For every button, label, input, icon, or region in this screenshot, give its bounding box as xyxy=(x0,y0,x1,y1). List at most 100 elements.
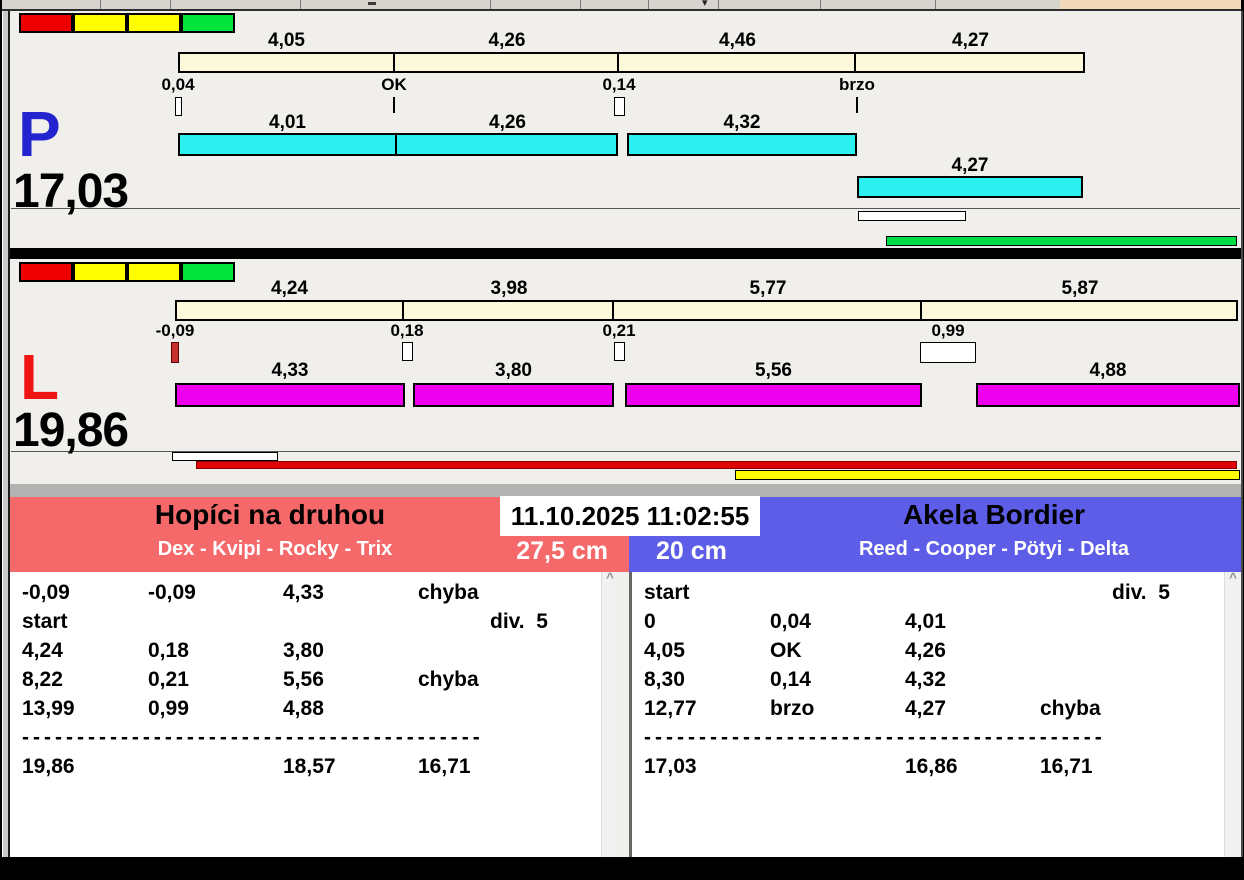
sector-time-label: 4,33 xyxy=(271,360,309,381)
lane-divider xyxy=(10,248,1241,259)
sector-bar-segment xyxy=(413,383,614,407)
split-time-label: 4,05 xyxy=(268,30,305,51)
result-cell: OK xyxy=(770,639,802,662)
sector-time-label: 5,56 xyxy=(755,360,792,381)
result-cell: 0,21 xyxy=(148,668,189,691)
scrollbar[interactable]: ^ xyxy=(1224,571,1241,857)
lane-letter: P xyxy=(18,98,61,170)
result-cell: 0,14 xyxy=(770,668,811,691)
overlay-progress-bar xyxy=(858,211,966,221)
result-row: ----------------------------------------… xyxy=(10,726,600,755)
overlay-progress-bar xyxy=(735,470,1240,480)
result-row: 0 0,04 4,01 xyxy=(632,610,1223,639)
tick-label: 0,99 xyxy=(931,321,965,340)
lane-canvas: 4,05 4,26 4,46 4,27 0,04 OK 0,14 brzo 4,01 4,26 4,… xyxy=(11,10,1240,248)
sector-time-label: 3,80 xyxy=(495,360,532,381)
tick-mark-box-wide xyxy=(920,342,976,363)
sector-bar-segment xyxy=(625,383,922,407)
results-table[interactable]: start div. 5 0 0,04 4,01 4,05 OK 4,26 8,30 0,14 4,… xyxy=(629,571,1241,857)
sector-time-label: 4,27 xyxy=(951,155,989,176)
team-name: Akela Bordier xyxy=(902,499,1086,530)
result-cell: chyba xyxy=(418,581,479,604)
result-cell: 0,04 xyxy=(770,610,811,633)
result-cell: 4,24 xyxy=(22,639,63,662)
result-row: 8,22 0,21 5,56 chyba xyxy=(10,668,600,697)
result-row: 17,03 16,86 16,71 xyxy=(632,755,1223,784)
sector-bar-segment xyxy=(175,383,405,407)
result-row: 4,24 0,18 3,80 xyxy=(10,639,600,668)
split-time-label: 3,98 xyxy=(490,278,528,299)
result-cell: 12,77 xyxy=(644,697,697,720)
result-cell: 16,71 xyxy=(418,755,471,778)
result-row: 4,05 OK 4,26 xyxy=(632,639,1223,668)
results-rows: -0,09 -0,09 4,33 chyba start div. 5 4,24 0,18 3,… xyxy=(10,581,600,857)
start-light-cell xyxy=(73,13,127,33)
result-cell: 5,56 xyxy=(283,668,324,691)
lane-total-time: 19,86 xyxy=(13,404,129,457)
tick-label: 0,14 xyxy=(602,75,636,94)
result-cell: 13,99 xyxy=(22,697,75,720)
tick-mark-line xyxy=(393,97,395,113)
results-table[interactable]: -0,09 -0,09 4,33 chyba start div. 5 4,24 0,18 3,… xyxy=(10,571,618,857)
tick-label: -0,09 xyxy=(155,321,195,340)
result-cell: 8,22 xyxy=(22,668,63,691)
tick-label: 0,04 xyxy=(161,75,195,94)
toolbar-separator xyxy=(100,0,101,9)
result-cell: 8,30 xyxy=(644,668,685,691)
tick-label: 0,21 xyxy=(602,321,636,340)
result-row: start div. 5 xyxy=(10,610,600,639)
split-time-label: 5,87 xyxy=(1061,278,1099,299)
timestamp: 11.10.2025 11:02:55 xyxy=(500,496,760,536)
result-cell: 4,26 xyxy=(905,639,946,662)
result-row: 12,77 brzo 4,27 chyba xyxy=(632,697,1223,726)
result-row: 19,86 18,57 16,71 xyxy=(10,755,600,784)
sector-bar-segment xyxy=(178,133,397,156)
result-cell: 4,88 xyxy=(283,697,324,720)
result-cell: 4,33 xyxy=(283,581,324,604)
result-cell: -0,09 xyxy=(148,581,196,604)
scrollbar-up-icon[interactable]: ^ xyxy=(602,571,618,584)
lane-letter: L xyxy=(20,341,60,413)
jump-height-label: 27,5 cm xyxy=(516,537,608,565)
sector-bar-segment xyxy=(395,133,618,156)
start-light-cell xyxy=(127,262,181,282)
toolbar[interactable]: ▾ xyxy=(2,0,1241,9)
results-rows: start div. 5 0 0,04 4,01 4,05 OK 4,26 8,30 0,14 4,… xyxy=(632,581,1223,857)
scrollbar-up-icon[interactable]: ^ xyxy=(1225,571,1241,584)
split-bar-segment xyxy=(393,52,619,73)
window-right-border xyxy=(1241,11,1243,857)
result-cell: div. 5 xyxy=(490,610,548,633)
toolbar-separator xyxy=(820,0,821,9)
toolbar-separator xyxy=(580,0,581,9)
toolbar-button-glyph xyxy=(368,2,376,5)
tick-mark-box xyxy=(613,342,625,361)
start-light-cell xyxy=(73,262,127,282)
result-cell: brzo xyxy=(770,697,815,720)
team-members: Dex - Kvipi - Rocky - Trix xyxy=(157,538,393,560)
split-bar-segment xyxy=(402,300,614,321)
result-cell: start xyxy=(22,610,68,633)
overlay-progress-bar xyxy=(172,452,278,461)
result-cell: ----------------------------------------… xyxy=(22,726,484,749)
result-cell: chyba xyxy=(1040,697,1101,720)
split-bar-segment xyxy=(617,52,856,73)
toolbar-separator xyxy=(170,0,171,9)
result-cell: 16,71 xyxy=(1040,755,1093,778)
scrollbar[interactable]: ^ xyxy=(601,571,618,857)
tick-label: OK xyxy=(381,75,407,94)
result-cell: 0,18 xyxy=(148,639,189,662)
result-cell: ----------------------------------------… xyxy=(644,726,1106,749)
toolbar-separator xyxy=(935,0,936,9)
result-row: ----------------------------------------… xyxy=(632,726,1223,755)
toolbar-separator xyxy=(648,0,649,9)
result-cell: 19,86 xyxy=(22,755,75,778)
split-time-label: 5,77 xyxy=(749,278,787,299)
lane-right-P: 4,05 4,26 4,46 4,27 0,04 OK 0,14 brzo 4,01 4,26 4,… xyxy=(11,10,1240,248)
result-cell: 0 xyxy=(644,610,656,633)
result-cell: 4,05 xyxy=(644,639,685,662)
lane-total-time: 17,03 xyxy=(13,165,129,218)
result-cell: 0,99 xyxy=(148,697,189,720)
tick-label: 0,18 xyxy=(390,321,424,340)
result-cell: start xyxy=(644,581,690,604)
split-bar-segment xyxy=(920,300,1238,321)
